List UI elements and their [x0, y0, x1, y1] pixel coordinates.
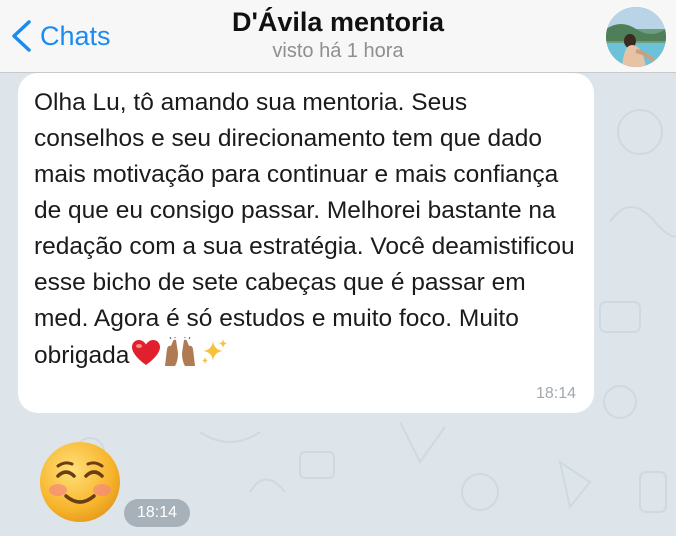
- smiling-face-icon: [40, 442, 120, 522]
- back-button[interactable]: Chats: [10, 18, 111, 54]
- message-text: Olha Lu, tô amando sua mentoria. Seus co…: [34, 85, 582, 378]
- chevron-left-icon: [12, 20, 31, 52]
- message-body: Olha Lu, tô amando sua mentoria. Seus co…: [34, 89, 575, 369]
- last-seen-status: visto há 1 hora: [272, 40, 404, 62]
- avatar[interactable]: [606, 7, 666, 67]
- red-heart-icon: [131, 339, 161, 378]
- message-bubble[interactable]: Olha Lu, tô amando sua mentoria. Seus co…: [18, 73, 594, 413]
- raising-hands-icon: [163, 336, 197, 378]
- message-timestamp: 18:14: [535, 385, 576, 402]
- back-label: Chats: [40, 20, 111, 51]
- smiling-face-sticker[interactable]: [38, 440, 122, 524]
- sparkles-icon: [199, 337, 229, 378]
- chat-title: D'Ávila mentoria: [232, 7, 444, 37]
- chat-header: Chats D'Ávila mentoria visto há 1 hora: [0, 0, 676, 73]
- profile-photo-icon: [606, 7, 666, 67]
- chat-title-area[interactable]: D'Ávila mentoria visto há 1 hora: [200, 6, 476, 64]
- sticker-timestamp: 18:14: [124, 499, 190, 527]
